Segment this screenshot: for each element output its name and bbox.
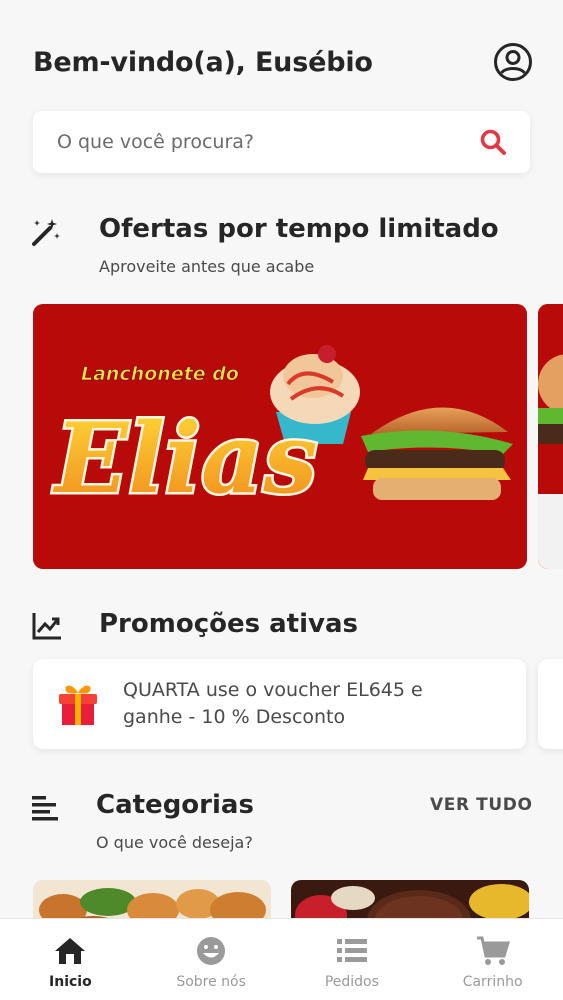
magic-wand-icon	[32, 219, 60, 246]
search-icon[interactable]	[478, 127, 508, 157]
offers-title: Ofertas por tempo limitado	[99, 214, 499, 244]
gift-icon	[59, 685, 97, 725]
banner-logo-line2: Elias	[52, 402, 317, 515]
nav-label-pedidos: Pedidos	[324, 974, 379, 990]
nav-item-carrinho[interactable]: Carrinho	[422, 919, 563, 1000]
burger-illustration	[361, 407, 513, 500]
bottom-nav: Inicio Sobre nós Pedidos Carrinho	[0, 918, 563, 1000]
nav-item-sobre-nos[interactable]: Sobre nós	[141, 919, 282, 1000]
nav-label-inicio: Inicio	[49, 974, 92, 990]
cart-icon	[476, 936, 510, 965]
account-circle-icon[interactable]	[493, 42, 533, 82]
see-all-link[interactable]: VER TUDO	[430, 795, 533, 815]
home-icon	[55, 938, 86, 964]
categories-title: Categorias	[96, 790, 254, 820]
greeting-title: Bem-vindo(a), Eusébio	[33, 46, 373, 78]
promo-card[interactable]: QUARTA use o voucher EL645 e ganhe - 10 …	[33, 659, 526, 749]
trending-up-icon	[32, 613, 61, 640]
sort-lines-icon	[32, 796, 58, 821]
nav-item-inicio[interactable]: Inicio	[0, 919, 141, 1000]
list-icon	[336, 939, 367, 962]
categories-subtitle: O que você deseja?	[96, 833, 253, 852]
nav-label-carrinho: Carrinho	[462, 974, 523, 990]
offer-banner[interactable]: Lanchonete do Elias	[33, 304, 527, 569]
nav-item-pedidos[interactable]: Pedidos	[282, 919, 423, 1000]
smile-icon	[197, 937, 226, 965]
promotions-title: Promoções ativas	[99, 609, 358, 639]
promo-text: QUARTA use o voucher EL645 e ganhe - 10 …	[123, 679, 423, 728]
nav-label-sobre-nos: Sobre nós	[176, 974, 246, 990]
promo-card-next[interactable]	[538, 659, 563, 749]
offer-banner-next[interactable]	[538, 304, 563, 569]
header: Bem-vindo(a), Eusébio	[33, 40, 533, 84]
offers-subtitle: Aproveite antes que acabe	[99, 257, 315, 276]
banner-logo-line1: Lanchonete do	[81, 363, 239, 385]
banner-artwork: Lanchonete do Elias	[50, 345, 513, 518]
search-bar[interactable]	[33, 111, 530, 173]
search-input[interactable]	[57, 131, 457, 153]
